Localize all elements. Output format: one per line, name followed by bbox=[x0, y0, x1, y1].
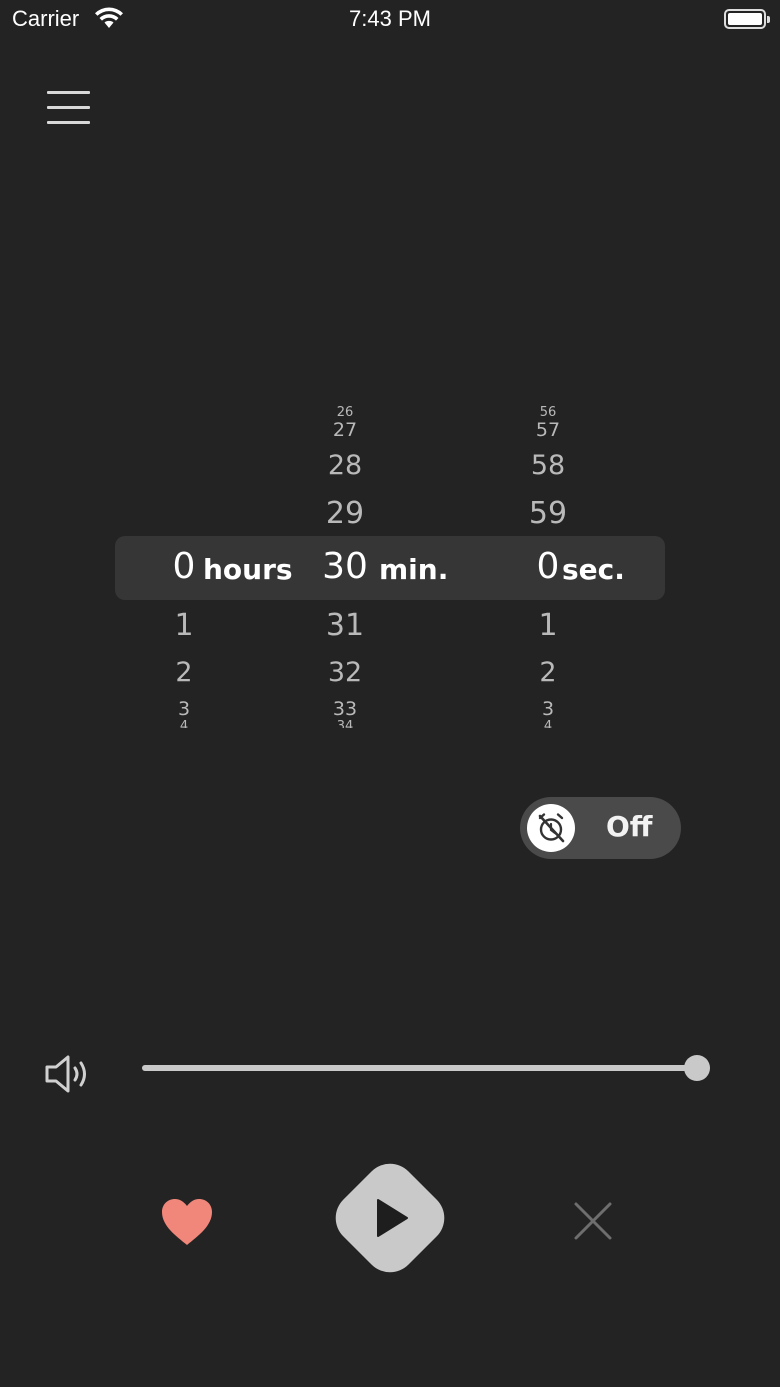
seconds-wheel-option[interactable]: 59 bbox=[488, 496, 608, 528]
duration-picker[interactable]: 0 1234 hours 30 26 27 28 29 31 32 33 34 min. 0 … bbox=[0, 405, 780, 730]
hours-wheel-option[interactable]: 4 bbox=[124, 719, 244, 728]
minutes-wheel-option[interactable]: 26 bbox=[285, 405, 405, 420]
play-button[interactable] bbox=[322, 1150, 458, 1286]
minutes-unit-label: min. bbox=[379, 553, 449, 586]
minutes-wheel-option[interactable]: 34 bbox=[285, 719, 405, 728]
hamburger-menu-icon[interactable] bbox=[44, 88, 92, 128]
minutes-wheel-option[interactable]: 33 bbox=[285, 698, 405, 721]
seconds-wheel-option[interactable]: 2 bbox=[488, 657, 608, 688]
favorite-button[interactable] bbox=[158, 1195, 216, 1249]
seconds-wheel-option[interactable]: 1 bbox=[488, 608, 608, 642]
minutes-wheel-option[interactable]: 27 bbox=[285, 419, 405, 440]
status-bar: Carrier 7:43 PM bbox=[0, 0, 780, 40]
volume-fill bbox=[142, 1065, 694, 1071]
hours-wheel-option[interactable]: 1 bbox=[124, 608, 244, 642]
hours-wheel-option[interactable]: 3 bbox=[124, 698, 244, 721]
hours-wheel-option[interactable]: 2 bbox=[124, 657, 244, 688]
hours-unit-label: hours bbox=[203, 553, 293, 586]
seconds-unit-label: sec. bbox=[562, 553, 625, 586]
seconds-wheel-option[interactable]: 57 bbox=[488, 419, 608, 440]
minutes-wheel-option[interactable]: 28 bbox=[285, 450, 405, 479]
seconds-wheel-option[interactable]: 3 bbox=[488, 698, 608, 721]
status-time: 7:43 PM bbox=[349, 6, 431, 31]
speaker-icon bbox=[45, 1055, 86, 1093]
alarm-toggle[interactable]: Off bbox=[520, 797, 681, 859]
battery-icon bbox=[724, 9, 770, 29]
alarm-off-icon bbox=[538, 813, 565, 843]
close-icon bbox=[574, 1202, 612, 1240]
volume-thumb[interactable] bbox=[684, 1055, 710, 1081]
close-button[interactable] bbox=[568, 1196, 618, 1246]
play-icon bbox=[335, 1163, 445, 1273]
minutes-wheel-option[interactable]: 32 bbox=[285, 657, 405, 688]
heart-icon bbox=[162, 1199, 212, 1245]
seconds-wheel-option[interactable]: 4 bbox=[488, 719, 608, 728]
seconds-wheel-option[interactable]: 56 bbox=[488, 405, 608, 420]
alarm-toggle-label: Off bbox=[606, 810, 653, 843]
seconds-wheel-option[interactable]: 58 bbox=[488, 450, 608, 479]
volume-slider[interactable] bbox=[142, 1054, 710, 1084]
toggle-knob bbox=[527, 804, 575, 852]
minutes-wheel-option[interactable]: 31 bbox=[285, 608, 405, 642]
minutes-wheel-option[interactable]: 29 bbox=[285, 496, 405, 528]
